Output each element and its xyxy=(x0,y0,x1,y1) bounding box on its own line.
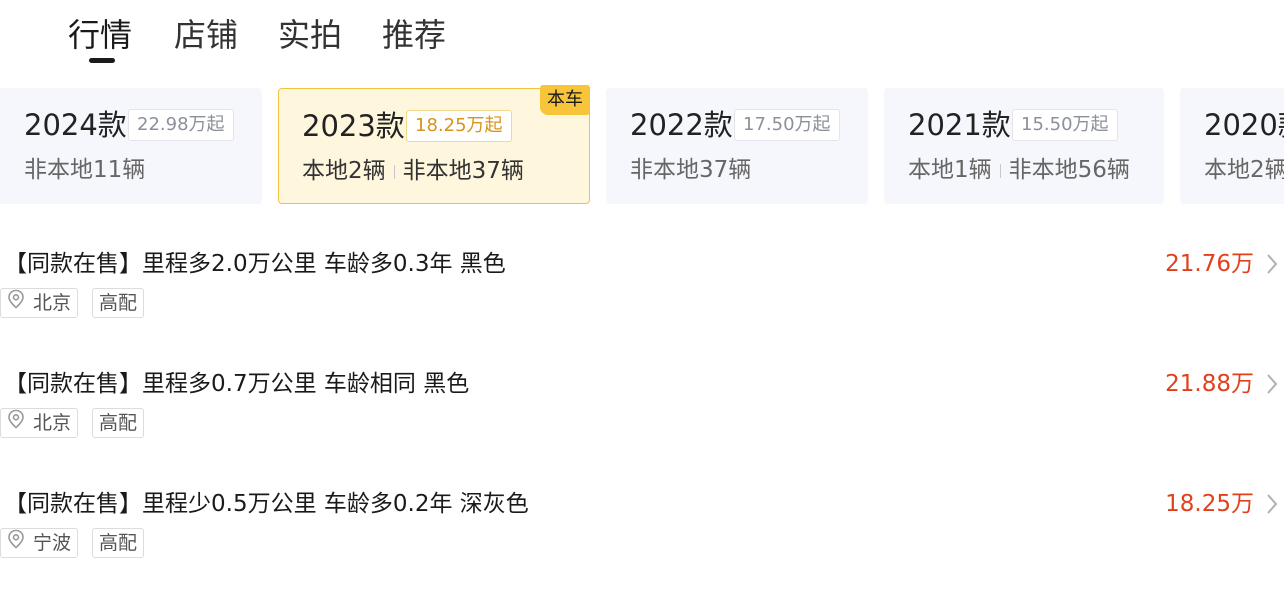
current-car-badge: 本车 xyxy=(540,85,590,115)
stock-local: 本地1辆 xyxy=(908,157,992,183)
listing-price: 21.88万 xyxy=(1165,371,1254,397)
year-card-2020[interactable]: 2020款 本地2辆 xyxy=(1180,88,1284,204)
listing-price: 18.25万 xyxy=(1165,491,1254,517)
listing-title: 【同款在售】里程多0.7万公里 车龄相同 黑色 xyxy=(4,371,470,397)
stock-nonlocal: 非本地56辆 xyxy=(1008,157,1130,183)
card-stock: 本地2辆 xyxy=(1204,154,1284,186)
city-tag: 北京 xyxy=(0,408,79,438)
city-label: 北京 xyxy=(33,412,72,434)
card-stock: 本地2辆 非本地37辆 xyxy=(302,155,524,187)
chevron-right-icon xyxy=(1266,368,1278,400)
chevron-right-icon xyxy=(1266,488,1278,520)
city-label: 宁波 xyxy=(33,532,72,554)
tab-store[interactable]: 店铺 xyxy=(174,14,238,56)
card-year: 2020款 xyxy=(1204,108,1284,142)
listing-title: 【同款在售】里程少0.5万公里 车龄多0.2年 深灰色 xyxy=(4,491,529,517)
card-year: 2022款 xyxy=(630,108,733,142)
card-year: 2023款 xyxy=(302,109,405,143)
stock-nonlocal: 非本地37辆 xyxy=(402,158,524,184)
city-label: 北京 xyxy=(33,292,72,314)
card-stock: 本地1辆 非本地56辆 xyxy=(908,154,1130,186)
card-year: 2024款 xyxy=(24,108,127,142)
stock-nonlocal: 非本地37辆 xyxy=(630,157,752,183)
listing-title: 【同款在售】里程多2.0万公里 车龄多0.3年 黑色 xyxy=(4,251,506,277)
year-card-2021[interactable]: 2021款 15.50万起 本地1辆 非本地56辆 xyxy=(884,88,1164,204)
city-tag: 宁波 xyxy=(0,528,79,558)
card-start-price: 15.50万起 xyxy=(1012,109,1118,141)
config-tag: 高配 xyxy=(92,408,145,438)
card-stock: 非本地11辆 xyxy=(24,154,145,186)
year-card-2024[interactable]: 2024款 22.98万起 非本地11辆 xyxy=(0,88,262,204)
card-start-price: 22.98万起 xyxy=(128,109,234,141)
listing-price: 21.76万 xyxy=(1165,251,1254,277)
stock-local: 本地2辆 xyxy=(302,158,386,184)
location-pin-icon xyxy=(7,529,25,557)
listing-item[interactable]: 【同款在售】里程少0.5万公里 车龄多0.2年 深灰色 18.25万 宁波 高配 xyxy=(0,491,1284,608)
listing-item[interactable]: 【同款在售】里程多0.7万公里 车龄相同 黑色 21.88万 北京 高配 xyxy=(0,371,1284,488)
stock-divider xyxy=(393,164,395,179)
listing-item[interactable]: 【同款在售】里程多2.0万公里 车龄多0.3年 黑色 21.76万 北京 高配 xyxy=(0,251,1284,368)
chevron-right-icon xyxy=(1266,248,1278,280)
year-card-2023[interactable]: 2023款 18.25万起 本地2辆 非本地37辆 本车 xyxy=(278,85,590,204)
tab-recommend[interactable]: 推荐 xyxy=(382,14,446,56)
model-year-cards: 2024款 22.98万起 非本地11辆 2023款 18.25万起 本地2辆非… xyxy=(0,85,1284,204)
year-card-2022[interactable]: 2022款 17.50万起 非本地37辆 xyxy=(606,88,868,204)
location-pin-icon xyxy=(7,409,25,437)
tab-market[interactable]: 行情 xyxy=(68,14,132,56)
card-year: 2021款 xyxy=(908,108,1011,142)
active-tab-indicator xyxy=(89,58,115,63)
stock-nonlocal: 非本地11辆 xyxy=(24,157,146,183)
config-tag: 高配 xyxy=(92,288,145,318)
tab-bar: 案 行情 店铺 实拍 推荐 xyxy=(0,0,1284,70)
stock-divider xyxy=(999,163,1001,178)
city-tag: 北京 xyxy=(0,288,79,318)
card-start-price: 17.50万起 xyxy=(734,109,840,141)
stock-local: 本地2辆 xyxy=(1204,157,1284,183)
config-tag: 高配 xyxy=(92,528,145,558)
tab-photos[interactable]: 实拍 xyxy=(278,14,342,56)
card-stock: 非本地37辆 xyxy=(630,154,751,186)
location-pin-icon xyxy=(7,289,25,317)
card-start-price: 18.25万起 xyxy=(406,110,512,142)
